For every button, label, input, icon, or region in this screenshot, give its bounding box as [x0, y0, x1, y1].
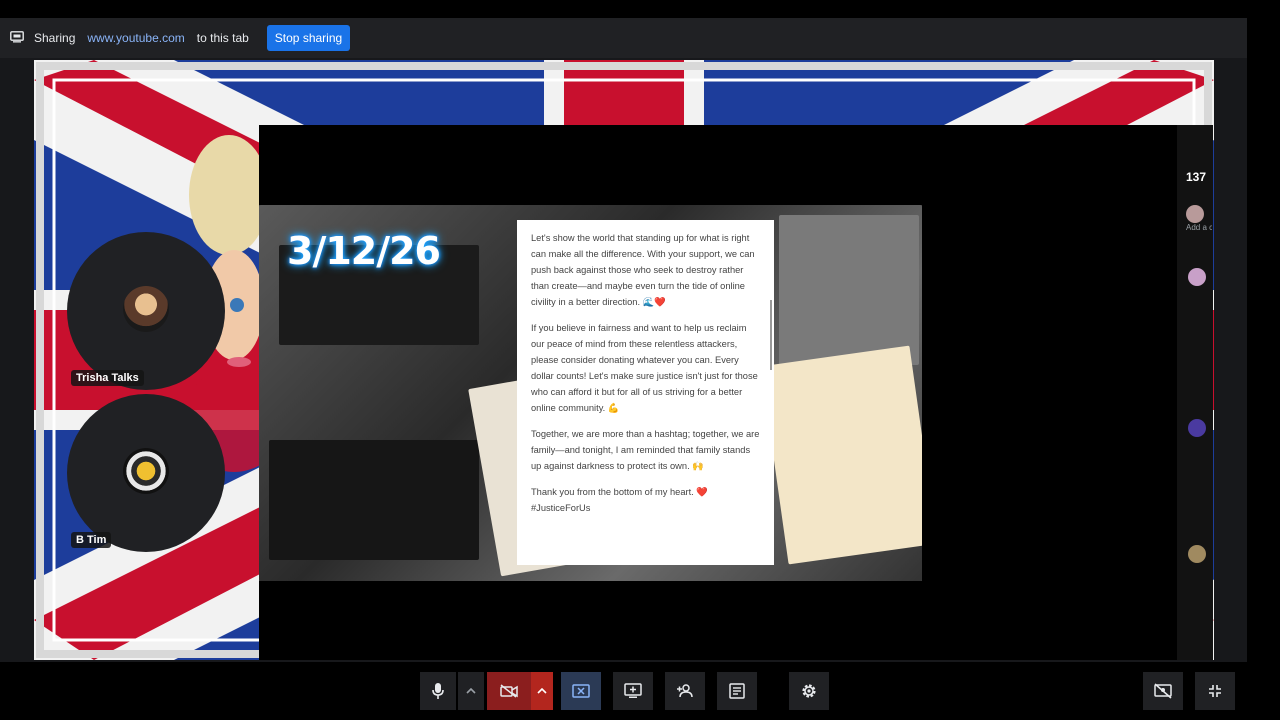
chat-avatar: [1186, 205, 1204, 223]
post-scrollbar: [770, 300, 772, 370]
chat-avatar: [1188, 545, 1206, 563]
shared-url: www.youtube.com: [87, 31, 185, 45]
mic-icon: [431, 682, 445, 700]
camera-button[interactable]: [487, 672, 531, 710]
sharing-bar: Sharing www.youtube.com to this tab Stop…: [0, 18, 1247, 58]
stop-sharing-button[interactable]: Stop sharing: [266, 25, 351, 51]
post-paragraph: Let's show the world that standing up fo…: [531, 233, 755, 307]
captions-button[interactable]: [717, 672, 757, 710]
captions-icon: [729, 683, 745, 699]
avatar: [123, 286, 169, 332]
exit-fullscreen-icon: [1208, 684, 1222, 698]
blurred-screen-3: [779, 215, 919, 365]
post-paragraph: Together, we are more than a hashtag; to…: [531, 429, 760, 471]
chat-avatar: [1188, 419, 1206, 437]
chat-count: 137: [1186, 170, 1207, 184]
stop-presenting-button[interactable]: [561, 672, 601, 710]
date-overlay: 3/12/26: [287, 229, 441, 273]
post-paragraph: If you believe in fairness and want to h…: [531, 323, 758, 413]
present-button[interactable]: [613, 672, 653, 710]
hide-self-view-button[interactable]: [1143, 672, 1183, 710]
tilted-page-right: [760, 345, 922, 565]
chat-avatar: [1188, 268, 1206, 286]
present-icon: [624, 683, 642, 699]
exit-fullscreen-button[interactable]: [1195, 672, 1235, 710]
participant-tile[interactable]: Trisha Talks: [67, 232, 225, 390]
settings-icon: [800, 682, 818, 700]
post-card: Let's show the world that standing up fo…: [517, 220, 774, 565]
shared-video[interactable]: 3/12/26 Let's show the world that standi…: [259, 125, 1177, 660]
avatar: [123, 448, 169, 494]
microphone-button[interactable]: [420, 672, 456, 710]
hide-self-icon: [1154, 683, 1172, 699]
participant-name: B Tim: [71, 532, 112, 548]
post-paragraph: Thank you from the bottom of my heart. ❤…: [531, 487, 708, 513]
add-people-button[interactable]: [665, 672, 705, 710]
video-frame: 3/12/26 Let's show the world that standi…: [259, 205, 922, 581]
stop-present-icon: [572, 684, 590, 698]
sharing-label: Sharing: [34, 31, 76, 45]
audio-options-button[interactable]: [458, 672, 484, 710]
camera-off-icon: [500, 684, 518, 698]
sharing-target-text: to this tab: [196, 31, 249, 45]
add-person-icon: [676, 684, 694, 698]
participant-tile[interactable]: B Tim: [67, 394, 225, 552]
meeting-controls: [0, 662, 1247, 720]
chevron-up-icon: [537, 688, 547, 694]
add-comment-prompt[interactable]: Add a comm: [1186, 222, 1212, 234]
video-options-button[interactable]: [531, 672, 553, 710]
chevron-up-icon: [466, 688, 476, 694]
blurred-screen-2: [269, 440, 479, 560]
meeting-stage: 3/12/26 Let's show the world that standi…: [0, 58, 1247, 662]
screen-share-icon: [10, 31, 26, 45]
live-chat-column: 137 Add a comm: [1177, 125, 1213, 660]
participant-name: Trisha Talks: [71, 370, 144, 386]
settings-button[interactable]: [789, 672, 829, 710]
right-edge-strip: [1247, 18, 1280, 720]
